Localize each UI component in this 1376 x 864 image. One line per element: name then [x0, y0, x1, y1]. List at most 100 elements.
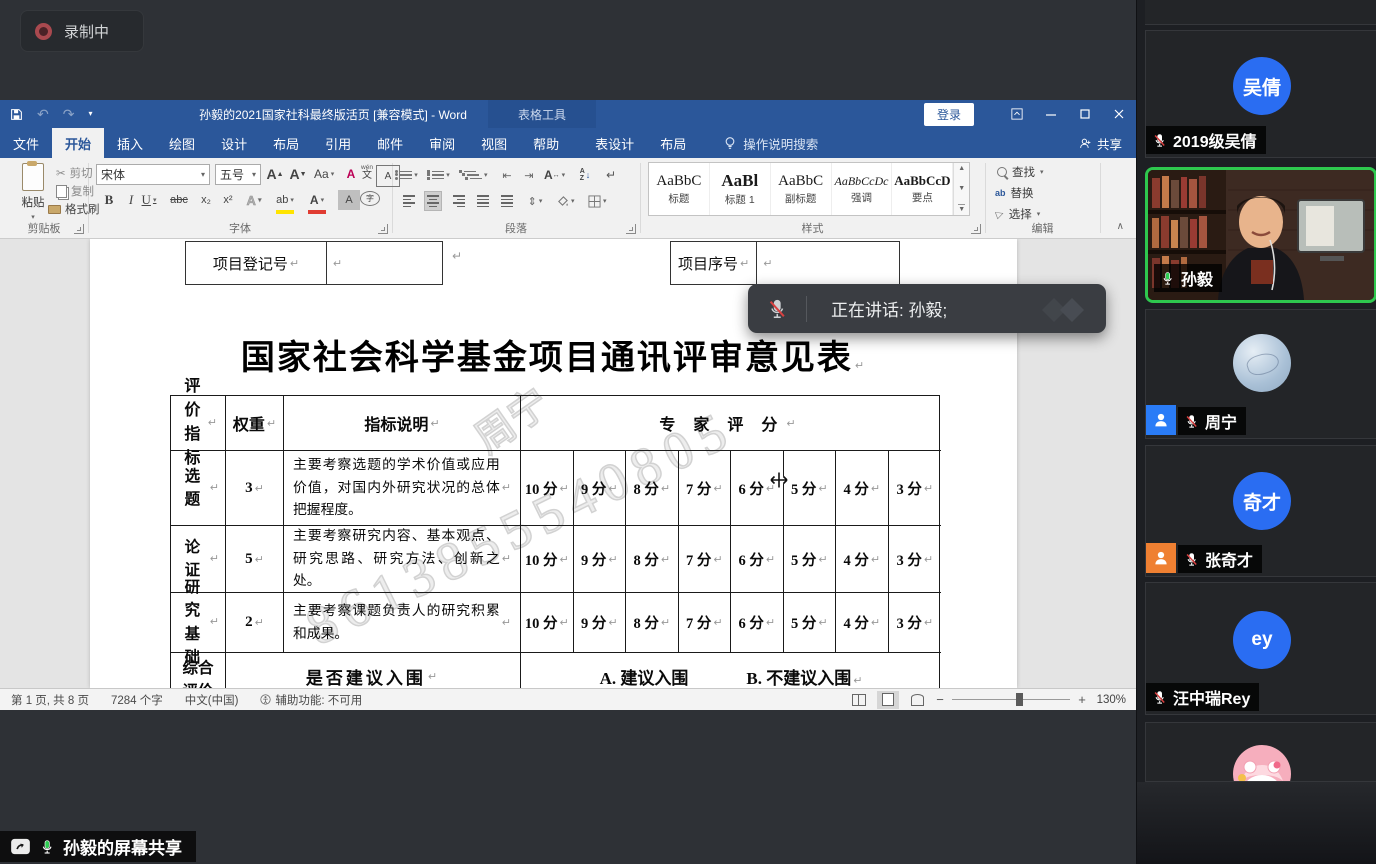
shading-button[interactable]	[556, 191, 575, 211]
tab-home[interactable]: 开始	[52, 128, 104, 158]
zoom-out-button[interactable]: −	[935, 692, 945, 707]
score-cell[interactable]: 10 分	[521, 451, 574, 526]
replace-button[interactable]: ab 替换	[995, 185, 1034, 201]
accessibility-status[interactable]: 辅助功能: 不可用	[249, 692, 373, 708]
tab-table-layout[interactable]: 布局	[647, 128, 699, 158]
text-effects-button[interactable]: A	[245, 190, 263, 210]
show-marks-button[interactable]: ↵	[602, 165, 620, 185]
zoom-level[interactable]: 130%	[1094, 694, 1126, 706]
score-cell[interactable]: 4 分	[836, 451, 889, 526]
score-cell[interactable]: 7 分	[679, 593, 732, 653]
score-cell[interactable]: 10 分	[521, 526, 574, 593]
tab-layout[interactable]: 布局	[260, 128, 312, 158]
score-cell[interactable]: 7 分	[679, 451, 732, 526]
tab-help[interactable]: 帮助	[520, 128, 572, 158]
multilevel-list-button[interactable]	[464, 165, 488, 185]
scroll-up-icon[interactable]: ▲	[958, 165, 965, 172]
score-cell[interactable]: 3 分	[889, 593, 942, 653]
tab-references[interactable]: 引用	[312, 128, 364, 158]
tab-file[interactable]: 文件	[0, 128, 52, 158]
grow-font-button[interactable]: A▲	[266, 164, 284, 184]
highlight-color-button[interactable]: ab	[276, 190, 294, 214]
participant-tile-zhangqicai[interactable]: 奇才 张奇才	[1145, 445, 1376, 577]
phonetic-guide-button[interactable]: wén文	[358, 163, 376, 183]
borders-button[interactable]	[588, 191, 607, 211]
score-cell[interactable]: 4 分	[836, 526, 889, 593]
footer-option-a[interactable]: A. 建议入围	[600, 664, 689, 689]
tab-insert[interactable]: 插入	[104, 128, 156, 158]
sort-button[interactable]: AZ ↓	[576, 165, 594, 185]
bullets-button[interactable]	[400, 165, 418, 185]
shrink-font-button[interactable]: A▼	[289, 164, 307, 184]
print-layout-button[interactable]	[877, 691, 899, 709]
font-dialog-launcher[interactable]	[378, 224, 388, 234]
participant-tile-zhouning[interactable]: 周宁	[1145, 309, 1376, 439]
justify-button[interactable]	[474, 191, 492, 211]
tab-draw[interactable]: 绘图	[156, 128, 208, 158]
gallery-more-icon[interactable]: ▼	[958, 204, 965, 213]
score-cell[interactable]: 8 分	[626, 526, 679, 593]
collapse-ribbon-icon[interactable]: ∧	[1117, 221, 1124, 232]
serial-number-value[interactable]	[756, 242, 899, 284]
participant-tile-partial[interactable]	[1145, 722, 1376, 782]
clipboard-dialog-launcher[interactable]	[74, 224, 84, 234]
style-title[interactable]: AaBbC 标题	[649, 163, 710, 215]
footer-option-b[interactable]: B. 不建议入围	[746, 664, 862, 689]
score-cell[interactable]: 5 分	[784, 593, 837, 653]
score-cell[interactable]: 4 分	[836, 593, 889, 653]
score-cell[interactable]: 7 分	[679, 526, 732, 593]
tab-review[interactable]: 审阅	[416, 128, 468, 158]
enclose-characters-button[interactable]: 字	[360, 191, 380, 206]
save-icon[interactable]	[10, 108, 23, 121]
score-cell[interactable]: 6 分	[731, 593, 784, 653]
minimize-button[interactable]	[1034, 100, 1068, 128]
format-painter-button[interactable]: 格式刷	[48, 201, 100, 217]
copy-button[interactable]: 复制	[56, 183, 94, 199]
score-cell[interactable]: 6 分	[731, 526, 784, 593]
numbering-button[interactable]	[432, 165, 450, 185]
font-color-button[interactable]: A	[308, 190, 326, 214]
increase-indent-button[interactable]: ⇥	[520, 165, 538, 185]
undo-icon[interactable]: ↶	[37, 107, 49, 121]
score-cell[interactable]: 8 分	[626, 593, 679, 653]
style-strong[interactable]: AaBbCcD 要点	[892, 163, 953, 215]
style-emphasis[interactable]: AaBbCcDc 强调	[832, 163, 893, 215]
score-cell[interactable]: 5 分	[784, 451, 837, 526]
redo-icon[interactable]: ↷	[63, 107, 75, 121]
character-shading-button[interactable]: A	[338, 190, 360, 210]
paragraph-dialog-launcher[interactable]	[626, 224, 636, 234]
styles-dialog-launcher[interactable]	[971, 224, 981, 234]
score-cell[interactable]: 10 分	[521, 593, 574, 653]
participant-tile-sunyi[interactable]: 孙毅	[1145, 167, 1376, 303]
align-center-button[interactable]	[424, 191, 442, 211]
registration-number-value[interactable]	[326, 242, 442, 284]
close-button[interactable]	[1102, 100, 1136, 128]
score-cell[interactable]: 9 分	[574, 526, 627, 593]
font-size-combobox[interactable]: 五号	[215, 164, 261, 185]
page-indicator[interactable]: 第 1 页, 共 8 页	[0, 692, 100, 708]
bold-button[interactable]: B	[100, 190, 118, 210]
read-mode-button[interactable]	[848, 691, 870, 709]
strikethrough-button[interactable]: abc	[170, 190, 188, 210]
scroll-down-icon[interactable]: ▼	[958, 185, 965, 192]
qat-customize-icon[interactable]: ▾	[88, 110, 92, 118]
italic-button[interactable]: I	[122, 190, 140, 210]
change-case-button[interactable]: Aa	[314, 164, 334, 184]
style-heading1[interactable]: AaBl 标题 1	[710, 163, 771, 215]
character-scaling-button[interactable]: A↔	[544, 165, 565, 185]
word-count[interactable]: 7284 个字	[100, 692, 174, 708]
decrease-indent-button[interactable]: ⇤	[498, 165, 516, 185]
distribute-button[interactable]	[498, 191, 516, 211]
score-cell[interactable]: 9 分	[574, 451, 627, 526]
tell-me-search[interactable]: 操作说明搜索	[713, 128, 828, 158]
font-name-combobox[interactable]: 宋体	[96, 164, 210, 185]
score-cell[interactable]: 8 分	[626, 451, 679, 526]
align-left-button[interactable]	[400, 191, 418, 211]
find-button[interactable]: 查找 ▾	[997, 164, 1044, 180]
align-right-button[interactable]	[450, 191, 468, 211]
zoom-in-button[interactable]: +	[1077, 692, 1087, 707]
line-spacing-button[interactable]: ⇕	[526, 191, 544, 211]
tab-mailings[interactable]: 邮件	[364, 128, 416, 158]
participant-tile-wangzhongrui[interactable]: ey 汪中瑞Rey	[1145, 582, 1376, 715]
score-cell[interactable]: 9 分	[574, 593, 627, 653]
